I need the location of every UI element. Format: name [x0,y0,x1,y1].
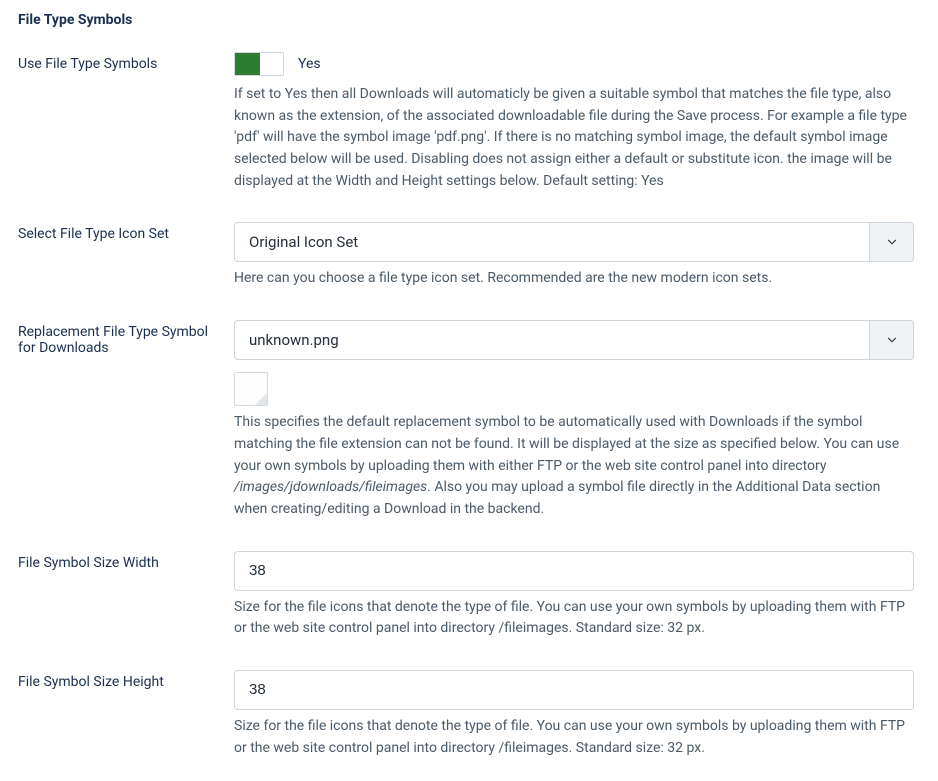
input-height[interactable] [234,670,914,710]
replacement-symbol-preview [234,372,268,406]
field-replacement-symbol: Replacement File Type Symbol for Downloa… [18,320,920,520]
chevron-down-icon [885,333,899,347]
label-height: File Symbol Size Height [18,670,234,690]
help-use-file-type-symbols: If set to Yes then all Downloads will au… [234,84,914,192]
select-icon-set-button[interactable] [869,223,913,261]
label-width: File Symbol Size Width [18,551,234,571]
select-replacement-symbol-value: unknown.png [235,321,869,359]
field-width: File Symbol Size Width Size for the file… [18,551,920,640]
help-width: Size for the file icons that denote the … [234,597,914,640]
help-replacement-pre: This specifies the default replacement s… [234,414,899,473]
select-replacement-symbol[interactable]: unknown.png [234,320,914,360]
toggle-use-file-type-symbols[interactable] [234,52,284,76]
input-width[interactable] [234,551,914,591]
select-icon-set-value: Original Icon Set [235,223,869,261]
toggle-state-text: Yes [298,56,321,72]
label-replacement-symbol: Replacement File Type Symbol for Downloa… [18,320,234,356]
help-icon-set: Here can you choose a file type icon set… [234,268,914,290]
field-use-file-type-symbols: Use File Type Symbols Yes If set to Yes … [18,52,920,192]
help-replacement-symbol: This specifies the default replacement s… [234,412,914,520]
section-title: File Type Symbols [18,12,920,28]
help-height: Size for the file icons that denote the … [234,716,914,759]
select-icon-set[interactable]: Original Icon Set [234,222,914,262]
select-replacement-symbol-button[interactable] [869,321,913,359]
label-use-file-type-symbols: Use File Type Symbols [18,52,234,72]
label-icon-set: Select File Type Icon Set [18,222,234,242]
field-icon-set: Select File Type Icon Set Original Icon … [18,222,920,290]
chevron-down-icon [885,235,899,249]
help-replacement-path: /images/jdownloads/fileimages [234,479,427,495]
